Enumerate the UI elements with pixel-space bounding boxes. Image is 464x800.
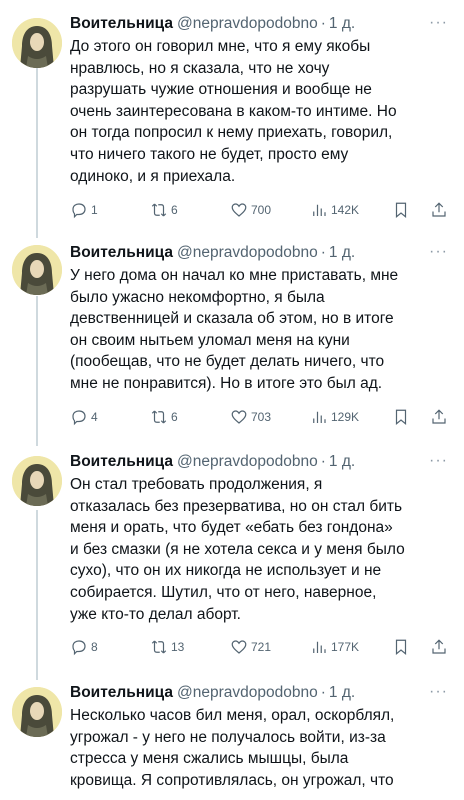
views-count: 142K — [331, 203, 360, 217]
separator-dot: · — [320, 15, 326, 32]
author-handle[interactable]: @nepravdopodobno — [177, 453, 318, 470]
heart-icon — [231, 203, 247, 217]
tweet-header: Воительница @nepravdopodobno · 1 д. — [70, 14, 355, 34]
reply-button[interactable]: 1 — [70, 200, 98, 220]
reply-count: 4 — [91, 410, 98, 424]
share-icon — [432, 202, 446, 217]
heart-icon — [231, 640, 247, 654]
separator-dot: · — [320, 453, 326, 470]
like-count: 700 — [251, 203, 272, 217]
bookmark-icon — [395, 202, 407, 219]
views-button[interactable]: 129K — [310, 407, 359, 427]
tweet-text: Несколько часов бил меня, орал, оскорбля… — [70, 707, 395, 789]
tweet[interactable]: Воительница @nepravdopodobno · 1 д. ··· У н… — [0, 243, 464, 443]
tweet[interactable]: Воительница @nepravdopodobno · 1 д. ··· Нес… — [0, 683, 464, 800]
views-count: 129K — [331, 410, 360, 424]
tweet[interactable]: Воительница @nepravdopodobno · 1 д. ··· До … — [0, 14, 464, 224]
tweet[interactable]: Воительница @nepravdopodobno · 1 д. ··· Он … — [0, 452, 464, 670]
tweet-header: Воительница @nepravdopodobno · 1 д. — [70, 452, 355, 472]
avatar[interactable] — [12, 687, 62, 737]
reply-icon — [72, 410, 86, 426]
share-button[interactable] — [430, 407, 448, 427]
avatar[interactable] — [12, 245, 62, 295]
author-name[interactable]: Воительница — [70, 453, 173, 470]
more-options-icon[interactable]: ··· — [429, 452, 448, 470]
views-chart-icon — [313, 204, 326, 216]
like-button[interactable]: 703 — [230, 407, 271, 427]
share-button[interactable] — [430, 200, 448, 220]
author-name[interactable]: Воительница — [70, 244, 173, 261]
share-icon — [432, 639, 446, 654]
avatar-image — [12, 456, 62, 506]
tweet-text: Он стал требовать продолжения, я отказал… — [70, 476, 405, 623]
retweet-count: 6 — [171, 410, 178, 424]
reply-icon — [72, 203, 86, 219]
retweet-count: 13 — [171, 640, 185, 654]
views-chart-icon — [313, 641, 326, 653]
tweet-header: Воительница @nepravdopodobno · 1 д. — [70, 683, 355, 703]
author-name[interactable]: Воительница — [70, 15, 173, 32]
like-button[interactable]: 721 — [230, 637, 271, 657]
author-name[interactable]: Воительница — [70, 684, 173, 701]
timestamp[interactable]: 1 д. — [329, 684, 355, 701]
views-button[interactable]: 142K — [310, 200, 359, 220]
separator-dot: · — [320, 244, 326, 261]
heart-icon — [231, 410, 247, 424]
share-icon — [432, 409, 446, 424]
like-count: 703 — [251, 410, 272, 424]
timestamp[interactable]: 1 д. — [329, 453, 355, 470]
retweet-icon — [151, 640, 167, 654]
tweet-actions: 8 13 721 177K — [70, 637, 454, 657]
retweet-icon — [151, 203, 167, 217]
more-options-icon[interactable]: ··· — [429, 683, 448, 701]
avatar-image — [12, 245, 62, 295]
reply-count: 1 — [91, 203, 98, 217]
reply-button[interactable]: 8 — [70, 637, 98, 657]
avatar[interactable] — [12, 456, 62, 506]
reply-count: 8 — [91, 640, 98, 654]
tweet-text: До этого он говорил мне, что я ему якобы… — [70, 38, 397, 185]
like-count: 721 — [251, 640, 272, 654]
share-button[interactable] — [430, 637, 448, 657]
author-handle[interactable]: @nepravdopodobno — [177, 244, 318, 261]
retweet-icon — [151, 410, 167, 424]
bookmark-icon — [395, 409, 407, 426]
retweet-button[interactable]: 13 — [150, 637, 184, 657]
more-options-icon[interactable]: ··· — [429, 243, 448, 261]
bookmark-icon — [395, 639, 407, 656]
timestamp[interactable]: 1 д. — [329, 15, 355, 32]
like-button[interactable]: 700 — [230, 200, 271, 220]
avatar-image — [12, 687, 62, 737]
author-handle[interactable]: @nepravdopodobno — [177, 15, 318, 32]
bookmark-button[interactable] — [392, 407, 410, 427]
views-count: 177K — [331, 640, 360, 654]
tweet-header: Воительница @nepravdopodobno · 1 д. — [70, 243, 355, 263]
bookmark-button[interactable] — [392, 637, 410, 657]
more-options-icon[interactable]: ··· — [429, 14, 448, 32]
tweet-actions: 4 6 703 129K — [70, 407, 454, 427]
tweet-actions: 1 6 700 142K — [70, 200, 454, 220]
reply-button[interactable]: 4 — [70, 407, 98, 427]
retweet-button[interactable]: 6 — [150, 200, 178, 220]
avatar-image — [12, 18, 62, 68]
separator-dot: · — [320, 684, 326, 701]
views-button[interactable]: 177K — [310, 637, 359, 657]
author-handle[interactable]: @nepravdopodobno — [177, 684, 318, 701]
avatar[interactable] — [12, 18, 62, 68]
tweet-text: У него дома он начал ко мне приставать, … — [70, 267, 399, 392]
retweet-count: 6 — [171, 203, 178, 217]
bookmark-button[interactable] — [392, 200, 410, 220]
reply-icon — [72, 640, 86, 656]
views-chart-icon — [313, 411, 326, 423]
timestamp[interactable]: 1 д. — [329, 244, 355, 261]
retweet-button[interactable]: 6 — [150, 407, 178, 427]
